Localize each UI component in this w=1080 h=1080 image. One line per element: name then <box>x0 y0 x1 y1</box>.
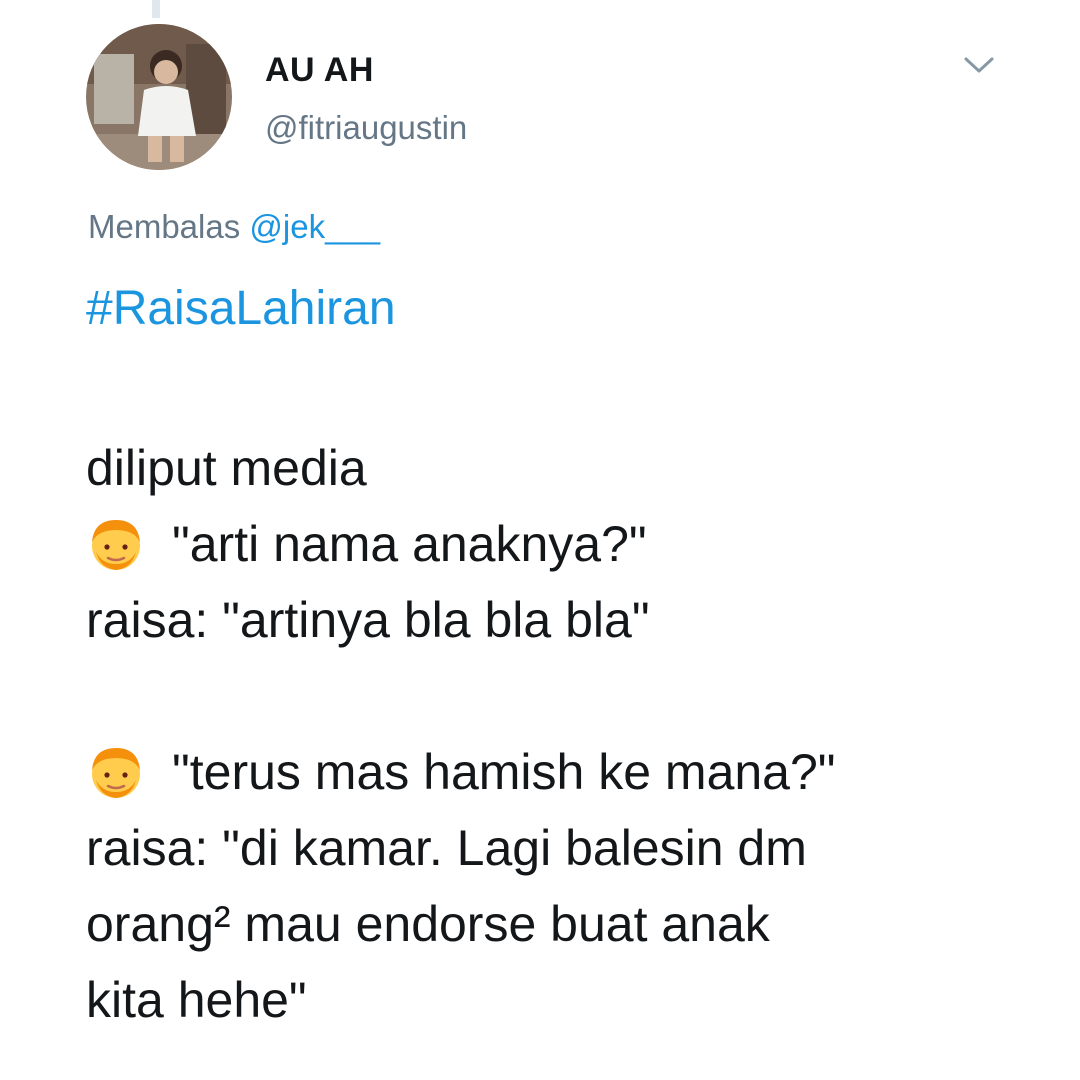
tweet-line: raisa: "di kamar. Lagi balesin dm <box>86 810 1046 886</box>
hashtag-link[interactable]: #RaisaLahiran <box>86 281 396 336</box>
tweet-line-text: diliput media <box>86 440 367 496</box>
author-handle[interactable]: @fitriaugustin <box>265 109 467 147</box>
avatar[interactable] <box>86 24 232 170</box>
author-display-name[interactable]: AU AH <box>265 51 374 90</box>
man-emoji-icon <box>86 514 146 574</box>
chevron-down-icon[interactable] <box>958 50 1000 80</box>
tweet-line-text: raisa: "di kamar. Lagi balesin dm <box>86 820 807 876</box>
tweet-line-text: "terus mas hamish ke mana?" <box>172 744 836 800</box>
thread-connector-line <box>152 0 160 18</box>
reply-context: Membalas @jek___ <box>88 208 380 246</box>
tweet-line-text: "arti nama anaknya?" <box>172 516 647 572</box>
man-emoji-icon <box>86 742 146 802</box>
tweet-line: raisa: "artinya bla bla bla" <box>86 582 1046 658</box>
tweet-line: kita hehe" <box>86 962 1046 1038</box>
tweet-line: diliput media <box>86 430 1046 506</box>
tweet-line: "terus mas hamish ke mana?" <box>86 734 1046 810</box>
tweet-line-text: kita hehe" <box>86 972 307 1028</box>
tweet-body: diliput media "arti nama anaknya?" raisa… <box>86 430 1046 1038</box>
tweet-line: orang² mau endorse buat anak <box>86 886 1046 962</box>
reply-mention-link[interactable]: @jek___ <box>249 208 380 245</box>
tweet-line: "arti nama anaknya?" <box>86 506 1046 582</box>
reply-prefix: Membalas <box>88 208 241 245</box>
tweet-line-text: orang² mau endorse buat anak <box>86 896 770 952</box>
tweet-line-text: raisa: "artinya bla bla bla" <box>86 592 650 648</box>
